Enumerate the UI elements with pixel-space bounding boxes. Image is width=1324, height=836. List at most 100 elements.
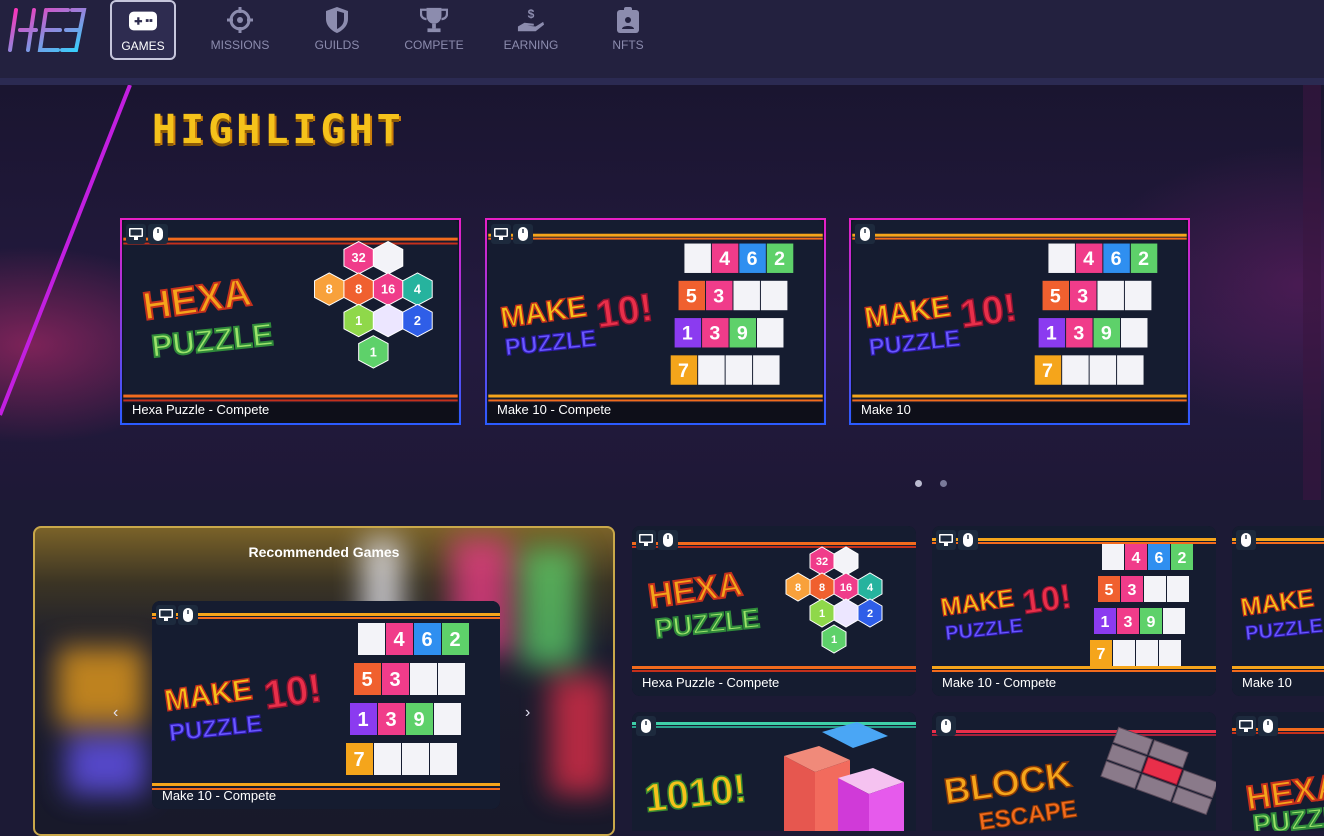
make10-thumbnail: MAKE PUZZLE 10! 4 6 2 5 3 1 3 9 7 xyxy=(852,220,1187,423)
desktop-icon xyxy=(936,530,956,550)
hexa-puzzle-thumbnail: HEXA PUZZLE 32 8 8 16 4 1 2 1 xyxy=(123,220,458,423)
site-logo-icon[interactable] xyxy=(6,4,88,56)
game-card-1010[interactable]: 1010! xyxy=(632,712,916,831)
tile-number: 7 xyxy=(1097,646,1106,663)
tile-number: 6 xyxy=(1155,550,1164,567)
hex-number: 1 xyxy=(831,634,837,646)
nav-games[interactable]: GAMES xyxy=(110,0,176,60)
recommended-games-panel: Recommended Games MAKE PUZZLE 10! 4 6 2 … xyxy=(33,526,615,836)
card-title: Make 10 xyxy=(861,402,911,417)
tile-number: 2 xyxy=(449,629,460,651)
tile-number: 9 xyxy=(737,323,748,345)
tile-number: 3 xyxy=(1073,323,1084,345)
make10-thumbnail: MAKE PUZZLE 10! 4 6 2 5 3 1 3 9 7 xyxy=(932,526,1216,696)
hex-number: 2 xyxy=(867,608,873,620)
tile-number: 5 xyxy=(686,285,697,307)
tile-number: 2 xyxy=(1138,248,1149,270)
platform-badges xyxy=(936,530,980,550)
tile-number: 3 xyxy=(1128,582,1137,599)
mouse-icon xyxy=(636,716,656,736)
card-title: Make 10 - Compete xyxy=(942,675,1057,690)
block-escape-thumbnail: BLOCK ESCAPE xyxy=(932,712,1216,831)
card-title: Make 10 - Compete xyxy=(497,402,612,417)
carousel-dot-1[interactable] xyxy=(915,480,922,487)
top-navbar: GAMES MISSIONS GUILDS COMPETE $ EARNING xyxy=(0,0,1324,78)
tile-number: 2 xyxy=(1178,550,1187,567)
tile-number: 6 xyxy=(1111,248,1122,270)
tile-number: 9 xyxy=(1147,614,1156,631)
art-ten-text: 10! xyxy=(957,285,1019,336)
tile-number: 9 xyxy=(1101,323,1112,345)
game-card-block-escape[interactable]: BLOCK ESCAPE xyxy=(932,712,1216,831)
tile-number: 2 xyxy=(774,248,785,270)
art-ten-text: 10! xyxy=(261,666,324,718)
carousel-pagination xyxy=(915,480,965,487)
navbar-divider xyxy=(0,78,1324,85)
highlight-card-hexa-puzzle[interactable]: HEXA PUZZLE 32 8 8 16 4 1 2 1 Hexa Puzzl… xyxy=(120,218,461,425)
tile-number: 4 xyxy=(1132,550,1141,567)
badge-icon xyxy=(614,6,642,34)
tile-number: 3 xyxy=(385,709,396,731)
platform-badges xyxy=(855,224,877,244)
tile-number: 3 xyxy=(389,669,400,691)
carousel-dot-2[interactable] xyxy=(940,480,947,487)
hex-number: 8 xyxy=(355,282,362,297)
trophy-icon xyxy=(420,6,448,34)
game-card-make10-compete[interactable]: MAKE PUZZLE 10! 4 6 2 5 3 1 3 9 7 Make 1… xyxy=(932,526,1216,696)
hex-number: 4 xyxy=(414,282,422,297)
platform-badges xyxy=(636,716,658,736)
tile-number: 5 xyxy=(361,669,372,691)
nav-label: COMPETE xyxy=(404,38,464,52)
recommended-card-make10-compete[interactable]: MAKE PUZZLE 10! 4 6 2 5 3 1 3 9 7 Make 1… xyxy=(152,601,500,809)
nav-label: GAMES xyxy=(121,39,165,53)
highlight-card-make10-compete[interactable]: MAKE PUZZLE 10! 4 6 2 5 3 1 3 9 7 Make 1… xyxy=(485,218,826,425)
nav-label: MISSIONS xyxy=(210,38,270,52)
tile-number: 3 xyxy=(1077,285,1088,307)
tile-number: 7 xyxy=(353,749,364,771)
nav-label: GUILDS xyxy=(314,38,360,52)
game-card-hexa-puzzle[interactable]: HEXA PUZZLE xyxy=(1232,712,1324,831)
nav-nfts[interactable]: NFTS xyxy=(595,0,661,60)
tile-number: 1 xyxy=(1101,614,1110,631)
shield-icon xyxy=(323,6,351,34)
card-title: Hexa Puzzle - Compete xyxy=(132,402,270,417)
game-card-hexa-puzzle-compete[interactable]: HEXA PUZZLE 32 8 8 16 4 1 2 1 Hexa Puzzl… xyxy=(632,526,916,696)
tile-number: 9 xyxy=(413,709,424,731)
hex-number: 4 xyxy=(867,582,874,594)
desktop-icon xyxy=(636,530,656,550)
tile-number: 3 xyxy=(709,323,720,345)
hex-number: 1 xyxy=(355,313,362,328)
hex-number: 8 xyxy=(795,582,801,594)
nav-guilds[interactable]: GUILDS xyxy=(304,0,370,60)
art-ten-text: 10! xyxy=(1020,577,1074,621)
tile-number: 4 xyxy=(719,248,730,270)
carousel-prev-arrow[interactable]: ‹ xyxy=(113,704,118,722)
main-nav: GAMES MISSIONS GUILDS COMPETE $ EARNING xyxy=(110,0,692,62)
crosshair-icon xyxy=(226,6,254,34)
tile-number: 7 xyxy=(678,360,689,382)
hex-number: 16 xyxy=(840,582,852,594)
art-ten-text: 10! xyxy=(593,285,655,336)
hex-number: 8 xyxy=(326,282,333,297)
nav-compete[interactable]: COMPETE xyxy=(401,0,467,60)
mouse-icon xyxy=(178,605,198,625)
highlight-card-make10[interactable]: MAKE PUZZLE 10! 4 6 2 5 3 1 3 9 7 Make 1… xyxy=(849,218,1190,425)
carousel-next-arrow[interactable]: › xyxy=(525,704,530,722)
tile-number: 7 xyxy=(1042,360,1053,382)
highlight-banner: HIGHLIGHT HEXA PUZZLE 32 8 8 16 4 1 2 1 … xyxy=(0,85,1324,500)
card-title: Make 10 xyxy=(1242,675,1292,690)
svg-text:$: $ xyxy=(528,7,535,21)
mouse-icon xyxy=(855,224,875,244)
nav-missions[interactable]: MISSIONS xyxy=(207,0,273,60)
game-card-make10[interactable]: MAKE PUZZLE Make 10 xyxy=(1232,526,1324,696)
desktop-icon xyxy=(1236,716,1256,736)
hex-number: 16 xyxy=(381,282,395,297)
tile-number: 5 xyxy=(1050,285,1061,307)
mouse-icon xyxy=(513,224,533,244)
desktop-icon xyxy=(156,605,176,625)
gamepad-icon xyxy=(129,7,157,35)
nav-earning[interactable]: $ EARNING xyxy=(498,0,564,60)
platform-badges xyxy=(636,530,680,550)
hex-number: 1 xyxy=(370,344,377,359)
hexa-puzzle-thumbnail: HEXA PUZZLE 32 8 8 16 4 1 2 1 xyxy=(632,526,916,696)
